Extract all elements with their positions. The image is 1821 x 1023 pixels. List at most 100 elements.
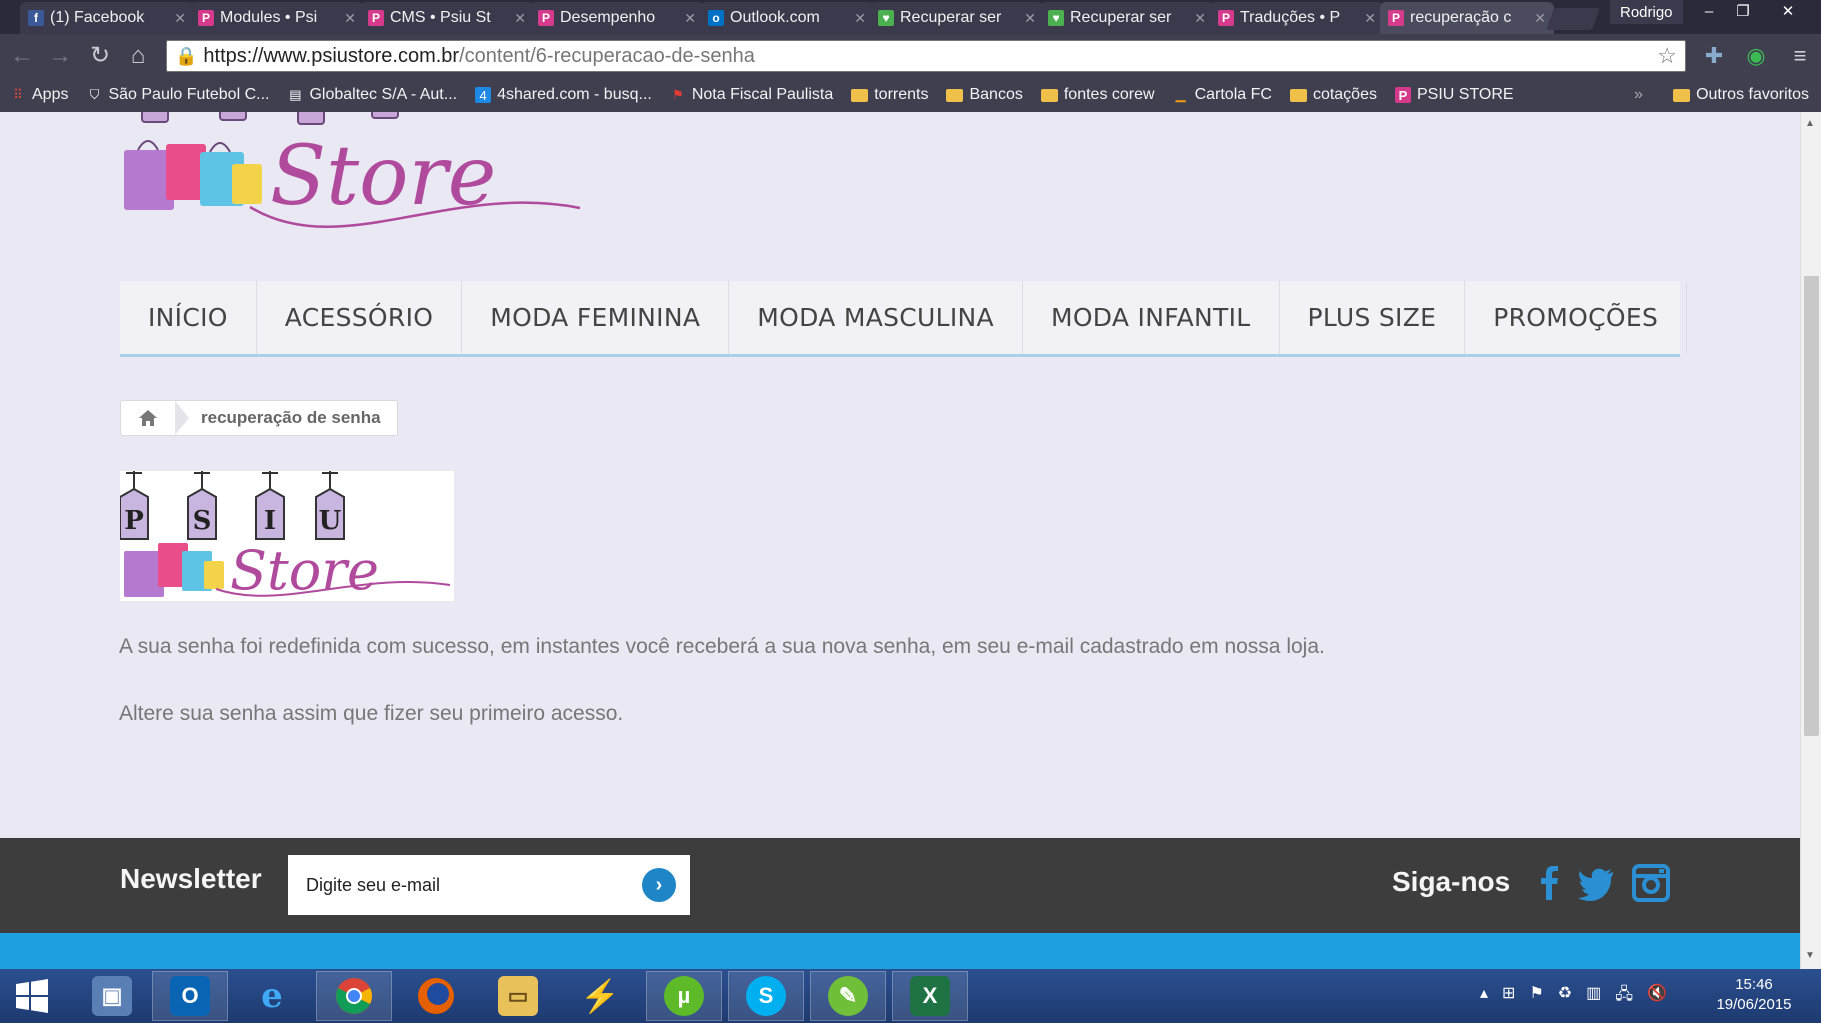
taskbar-winamp[interactable]: ⚡ [562, 971, 638, 1021]
taskbar-firefox[interactable] [398, 971, 474, 1021]
extension-plus-icon[interactable]: ✚ [1700, 42, 1728, 70]
windows-taskbar: ▣ O e ▭ ⚡ µ S ✎ X ▴ ⊞ ⚑ ♻ ▥ 🖧 🔇 15:46 19… [0, 969, 1821, 1023]
bookmark-bancos[interactable]: Bancos [946, 86, 1023, 104]
nav-plus-size[interactable]: PLUS SIZE [1280, 281, 1466, 354]
bookmark-cartola[interactable]: ▁ Cartola FC [1173, 86, 1272, 104]
network-icon[interactable]: 🖧 [1615, 983, 1633, 1010]
breadcrumb-home[interactable] [121, 401, 175, 435]
close-icon[interactable]: ✕ [344, 10, 356, 27]
tab-recuperar-1[interactable]: ♥ Recuperar ser ✕ [870, 2, 1044, 34]
facebook-icon[interactable] [1530, 864, 1568, 902]
taskbar-remote-desktop[interactable]: ▣ [74, 971, 150, 1021]
newsletter-submit-button[interactable]: › [642, 868, 676, 902]
taskbar-clock[interactable]: 15:46 19/06/2015 [1704, 975, 1804, 1015]
action-center-flag-icon[interactable]: ⚑ [1529, 983, 1543, 1010]
tab-modules[interactable]: P Modules • Psi ✕ [190, 2, 364, 34]
close-icon[interactable]: ✕ [1024, 10, 1036, 27]
taskbar-utorrent[interactable]: µ [646, 971, 722, 1021]
main-navigation: INÍCIO ACESSÓRIO MODA FEMININA MODA MASC… [120, 281, 1688, 357]
bookmark-label: 4shared.com - busq... [497, 86, 652, 103]
taskbar-chrome[interactable] [316, 971, 392, 1021]
close-window-icon[interactable]: ✕ [1768, 0, 1808, 24]
nav-moda-masculina[interactable]: MODA MASCULINA [729, 281, 1023, 354]
new-tab-button[interactable] [1545, 8, 1601, 30]
tab-outlook[interactable]: o Outlook.com ✕ [700, 2, 874, 34]
bookmark-label: Globaltec S/A - Aut... [309, 86, 458, 103]
bookmark-label: Apps [32, 86, 69, 103]
nav-inicio[interactable]: INÍCIO [120, 281, 257, 354]
bookmark-psiu-store[interactable]: P PSIU STORE [1394, 86, 1514, 104]
bookmark-other-favorites[interactable]: Outros favoritos [1673, 86, 1809, 104]
folder-icon [851, 88, 869, 102]
grammarly-icon[interactable]: ◉ [1742, 42, 1770, 70]
taskbar-skype[interactable]: S [728, 971, 804, 1021]
scroll-up-icon[interactable]: ▲ [1805, 118, 1815, 129]
windows-flag-icon[interactable]: ⊞ [1502, 983, 1515, 1010]
bookmark-label: cotações [1312, 86, 1377, 103]
scrollbar-thumb[interactable] [1804, 276, 1819, 736]
tab-cms[interactable]: P CMS • Psiu St ✕ [360, 2, 534, 34]
start-button[interactable] [0, 971, 64, 1021]
taskbar-excel[interactable]: X [892, 971, 968, 1021]
file-explorer-icon: ▭ [498, 976, 538, 1016]
bookmark-fontes-corew[interactable]: fontes corew [1040, 86, 1155, 104]
nav-acessorio[interactable]: ACESSÓRIO [257, 281, 463, 354]
taskbar-corel[interactable]: ✎ [810, 971, 886, 1021]
forward-icon[interactable]: → [46, 42, 74, 70]
site-logo[interactable]: Store [120, 112, 610, 247]
restore-icon[interactable]: ❐ [1726, 0, 1760, 24]
sync-icon[interactable]: ♻ [1558, 983, 1572, 1010]
close-icon[interactable]: ✕ [174, 10, 186, 27]
tab-recuperacao-active[interactable]: P recuperação c ✕ [1380, 2, 1554, 34]
instagram-icon[interactable] [1632, 864, 1670, 902]
taskbar-internet-explorer[interactable]: e [234, 971, 310, 1021]
device-icon[interactable]: ▥ [1586, 983, 1601, 1010]
home-icon[interactable]: ⌂ [124, 42, 152, 70]
tab-traducoes[interactable]: P Traduções • P ✕ [1210, 2, 1384, 34]
tab-facebook[interactable]: f (1) Facebook ✕ [20, 2, 194, 34]
close-icon[interactable]: ✕ [514, 10, 526, 27]
scroll-down-icon[interactable]: ▼ [1805, 950, 1815, 961]
browser-toolbar: ← → ↻ ⌂ 🔒 https://www.psiustore.com.br/c… [0, 34, 1821, 78]
nav-label: ACESSÓRIO [284, 303, 434, 332]
logo-letter: I [264, 506, 276, 536]
bookmark-apps[interactable]: ⠿ Apps [10, 86, 68, 104]
bookmark-4shared[interactable]: 4 4shared.com - busq... [475, 86, 652, 104]
profile-button[interactable]: Rodrigo [1610, 0, 1683, 24]
page-scrollbar[interactable]: ▲ ▼ [1800, 112, 1821, 969]
close-icon[interactable]: ✕ [1194, 10, 1206, 27]
bookmark-torrents[interactable]: torrents [851, 86, 928, 104]
footer-bottom-bar [0, 933, 1800, 969]
bookmark-globaltec[interactable]: ▤ Globaltec S/A - Aut... [287, 86, 457, 104]
reload-icon[interactable]: ↻ [86, 42, 114, 70]
minimize-icon[interactable]: – [1692, 0, 1726, 24]
bookmark-star-icon[interactable]: ☆ [1657, 43, 1677, 69]
corel-icon: ✎ [828, 976, 868, 1016]
taskbar-outlook[interactable]: O [152, 971, 228, 1021]
twitter-icon[interactable] [1578, 864, 1616, 902]
newsletter-email-input[interactable] [288, 857, 628, 913]
nav-moda-infantil[interactable]: MODA INFANTIL [1023, 281, 1280, 354]
back-icon[interactable]: ← [8, 42, 36, 70]
close-icon[interactable]: ✕ [1534, 10, 1546, 27]
psiu-store-logo-image: P S I U Store [120, 471, 454, 601]
nav-moda-feminina[interactable]: MODA FEMININA [462, 281, 730, 354]
nav-promocoes[interactable]: PROMOÇÕES [1465, 281, 1688, 354]
chrome-icon [336, 978, 372, 1014]
more-bookmarks-icon[interactable]: » [1634, 86, 1643, 104]
lock-warning-icon[interactable]: 🔒 [175, 46, 197, 67]
tab-desempenho[interactable]: P Desempenho ✕ [530, 2, 704, 34]
bookmark-cotacoes[interactable]: cotações [1289, 86, 1377, 104]
address-bar[interactable]: 🔒 https://www.psiustore.com.br/content/6… [166, 40, 1686, 72]
show-hidden-icons-icon[interactable]: ▴ [1480, 983, 1488, 1010]
taskbar-file-explorer[interactable]: ▭ [480, 971, 556, 1021]
menu-icon[interactable]: ≡ [1786, 42, 1814, 70]
bookmark-spfc[interactable]: ⛉ São Paulo Futebol C... [86, 86, 270, 104]
close-icon[interactable]: ✕ [854, 10, 866, 27]
tab-recuperar-2[interactable]: ♥ Recuperar ser ✕ [1040, 2, 1214, 34]
close-icon[interactable]: ✕ [1364, 10, 1376, 27]
bookmark-nota-fiscal[interactable]: ⚑ Nota Fiscal Paulista [670, 86, 833, 104]
facebook-icon: f [28, 10, 44, 26]
close-icon[interactable]: ✕ [684, 10, 696, 27]
volume-muted-icon[interactable]: 🔇 [1647, 983, 1667, 1010]
